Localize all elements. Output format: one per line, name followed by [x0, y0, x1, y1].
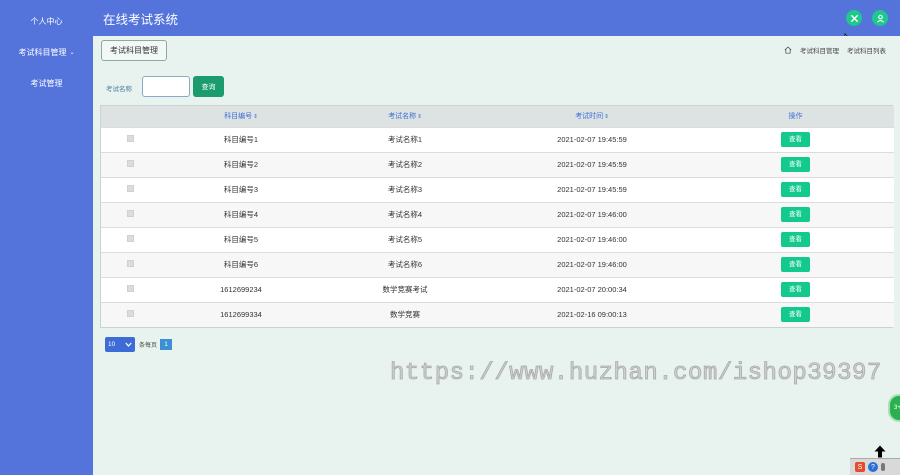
sidebar-item-exam-management[interactable]: 考试管理: [0, 68, 93, 99]
column-header-actions: 操作: [788, 113, 803, 121]
sidebar-item-subject-management[interactable]: 考试科目管理 ⌄: [0, 37, 93, 68]
app-title: 在线考试系统: [103, 13, 179, 27]
breadcrumb: 考试科目管理 考试科目列表: [784, 45, 886, 55]
view-button[interactable]: 查看: [781, 232, 810, 247]
user-icon[interactable]: [872, 10, 888, 26]
cell-exam-time: 2021-02-07 19:45:59: [557, 135, 627, 144]
cell-exam-name: 考试名称1: [387, 135, 423, 144]
sidebar-item-label: 考试科目管理: [18, 48, 67, 57]
view-button[interactable]: 查看: [781, 182, 810, 197]
view-button[interactable]: 查看: [781, 282, 810, 297]
table-row: 1612699234 数学竞赛考试 2021-02-07 20:00:34 查看: [101, 277, 894, 302]
sort-icon: ⇕: [604, 114, 609, 121]
cell-exam-time: 2021-02-07 19:46:00: [557, 260, 627, 269]
cell-exam-name: 数学竞赛: [390, 310, 420, 320]
watermark-text: https://www.huzhan.com/ishop39397: [390, 360, 882, 388]
page-number-current[interactable]: 1: [160, 339, 173, 350]
search-button[interactable]: 查询: [193, 76, 224, 97]
search-label: 考试名称: [106, 86, 132, 93]
subject-table: 科目编号⇕ 考试名称⇕ 考试时间⇕ 操作 科目编号1 考试名称1 2021-02…: [100, 105, 894, 328]
exam-name-search-input[interactable]: [142, 76, 190, 97]
sidebar-item-label: 考试管理: [30, 79, 63, 88]
row-checkbox[interactable]: [126, 235, 134, 242]
help-icon[interactable]: ?: [868, 462, 878, 472]
view-button[interactable]: 查看: [781, 307, 810, 323]
cell-exam-name: 考试名称6: [387, 260, 423, 269]
view-button[interactable]: 查看: [781, 257, 810, 272]
page-size-value: 10: [108, 341, 116, 348]
table-row: 科目编号1 考试名称1 2021-02-07 19:45:59 查看: [101, 127, 894, 152]
column-header-exam-time[interactable]: 考试时间⇕: [487, 106, 697, 127]
cell-subject-id: 科目编号4: [223, 210, 259, 219]
cell-exam-name: 考试名称4: [387, 210, 423, 219]
main-content: 考试科目管理 考试科目管理 考试科目列表 考试名称 查询 科目编号⇕ 考试名称⇕…: [93, 36, 900, 475]
top-header: 在线考试系统: [93, 0, 900, 36]
cell-subject-id: 科目编号2: [223, 160, 259, 169]
table-row: 科目编号3 考试名称3 2021-02-07 19:45:59 查看: [101, 177, 894, 202]
view-button[interactable]: 查看: [781, 132, 810, 147]
cell-exam-time: 2021-02-07 19:46:00: [557, 210, 627, 219]
floating-badge[interactable]: 3+: [888, 394, 900, 422]
cell-exam-name: 考试名称3: [387, 185, 423, 194]
table-body: 科目编号1 考试名称1 2021-02-07 19:45:59 查看 科目编号2…: [101, 127, 894, 327]
chevron-down-icon: [125, 342, 132, 347]
sidebar-item-label: 个人中心: [30, 17, 63, 26]
cell-subject-id: 1612699334: [220, 310, 262, 320]
page-size-select[interactable]: 10: [105, 337, 135, 352]
per-page-text: 条每页: [139, 343, 158, 349]
cell-exam-time: 2021-02-07 19:46:00: [557, 235, 627, 244]
select-all-header[interactable]: [101, 106, 159, 127]
table-row: 科目编号2 考试名称2 2021-02-07 19:45:59 查看: [101, 152, 894, 177]
breadcrumb-item[interactable]: 考试科目管理: [800, 45, 839, 55]
cell-subject-id: 1612699234: [220, 285, 262, 294]
table-header-row: 科目编号⇕ 考试名称⇕ 考试时间⇕ 操作: [101, 106, 894, 127]
cell-subject-id: 科目编号1: [223, 135, 259, 144]
tray-app-icon[interactable]: S: [855, 462, 865, 472]
sidebar: 个人中心 考试科目管理 ⌄ 考试管理: [0, 0, 93, 475]
row-checkbox[interactable]: [126, 135, 134, 142]
system-tray: S ?: [850, 458, 900, 475]
column-header-exam-name[interactable]: 考试名称⇕: [323, 106, 487, 127]
row-checkbox[interactable]: [126, 185, 134, 192]
sort-icon: ⇕: [417, 114, 422, 121]
table-row: 1612699334 数学竞赛 2021-02-16 09:00:13 查看: [101, 302, 894, 327]
pagination: 10 条每页 1: [105, 337, 173, 352]
tools-icon[interactable]: [846, 10, 862, 26]
cell-exam-name: 数学竞赛考试: [382, 285, 428, 294]
row-checkbox[interactable]: [126, 310, 134, 318]
table-row: 科目编号6 考试名称6 2021-02-07 19:46:00 查看: [101, 252, 894, 277]
arrow-up-icon[interactable]: [874, 445, 886, 458]
cell-exam-name: 考试名称2: [387, 160, 423, 169]
chevron-down-icon: ⌄: [69, 50, 75, 56]
cell-exam-name: 考试名称5: [387, 235, 423, 244]
home-icon[interactable]: [784, 46, 792, 54]
cell-subject-id: 科目编号3: [223, 185, 259, 194]
module-title-button[interactable]: 考试科目管理: [101, 40, 167, 61]
view-button[interactable]: 查看: [781, 157, 810, 172]
view-button[interactable]: 查看: [781, 207, 810, 222]
cell-subject-id: 科目编号5: [223, 235, 259, 244]
row-checkbox[interactable]: [126, 160, 134, 167]
cell-exam-time: 2021-02-07 19:45:59: [557, 160, 627, 169]
row-checkbox[interactable]: [126, 285, 134, 292]
row-checkbox[interactable]: [126, 210, 134, 217]
column-header-subject-id[interactable]: 科目编号⇕: [159, 106, 323, 127]
table-row: 科目编号4 考试名称4 2021-02-07 19:46:00 查看: [101, 202, 894, 227]
row-checkbox[interactable]: [126, 260, 134, 267]
breadcrumb-item: 考试科目列表: [847, 48, 886, 55]
cell-exam-time: 2021-02-07 19:45:59: [557, 185, 627, 194]
cell-subject-id: 科目编号6: [223, 260, 259, 269]
table-row: 科目编号5 考试名称5 2021-02-07 19:46:00 查看: [101, 227, 894, 252]
cell-exam-time: 2021-02-16 09:00:13: [557, 310, 627, 320]
tray-more-icon[interactable]: [881, 463, 885, 471]
sort-icon: ⇕: [253, 114, 258, 121]
cell-exam-time: 2021-02-07 20:00:34: [557, 285, 627, 294]
sidebar-item-personal-center[interactable]: 个人中心: [0, 6, 93, 37]
